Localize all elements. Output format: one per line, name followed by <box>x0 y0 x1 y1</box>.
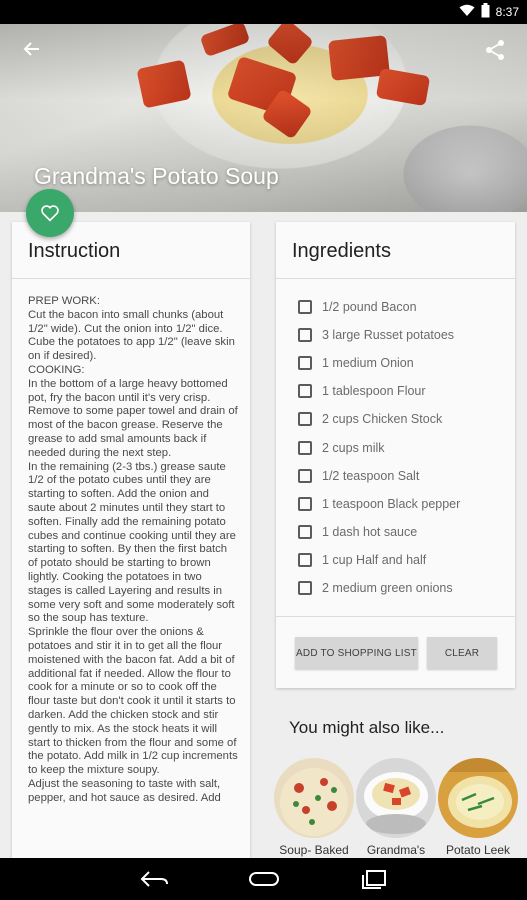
navigation-bar <box>0 858 527 900</box>
suggestions-heading: You might also like... <box>289 718 445 737</box>
ingredient-checkbox[interactable] <box>298 524 312 539</box>
soup-image <box>438 758 518 838</box>
suggestion-thumbnail[interactable] <box>438 758 518 838</box>
ingredient-label: 1 medium Onion <box>322 356 414 371</box>
ingredients-heading: Ingredients <box>292 240 391 262</box>
ingredient-list: 1/2 pound Bacon 3 large Russet potatoes … <box>276 279 515 602</box>
ingredient-item[interactable]: 1 cup Half and half <box>276 546 515 574</box>
ingredient-checkbox[interactable] <box>298 552 312 567</box>
nav-back-icon <box>140 871 168 887</box>
status-bar: 8:37 <box>0 0 527 24</box>
add-to-shopping-list-button[interactable]: ADD TO SHOPPING LIST <box>295 637 418 669</box>
nav-recents-icon <box>361 870 386 889</box>
ingredient-checkbox[interactable] <box>298 356 312 371</box>
recipe-hero-image: Grandma's Potato Soup <box>0 24 527 212</box>
soup-image <box>356 758 436 838</box>
ingredient-checkbox[interactable] <box>298 440 312 455</box>
ingredient-checkbox[interactable] <box>298 468 312 483</box>
ingredient-label: 1 teaspoon Black pepper <box>322 496 461 511</box>
ingredient-label: 2 medium green onions <box>322 580 453 595</box>
suggestion-thumbnail[interactable] <box>356 758 436 838</box>
ingredient-checkbox[interactable] <box>298 496 312 511</box>
ingredient-checkbox[interactable] <box>298 580 312 595</box>
ingredient-item[interactable]: 2 cups milk <box>276 433 515 461</box>
status-time: 8:37 <box>495 5 519 19</box>
ingredient-label: 1 cup Half and half <box>322 552 427 567</box>
ingredient-checkbox[interactable] <box>298 300 312 315</box>
ingredient-item[interactable]: 2 cups Chicken Stock <box>276 405 515 433</box>
nav-back-button[interactable] <box>134 864 174 894</box>
suggestion-thumbnail[interactable] <box>274 758 354 838</box>
instruction-card: Instruction PREP WORK: Cut the bacon int… <box>12 222 250 858</box>
ingredient-item[interactable]: 2 medium green onions <box>276 574 515 602</box>
nav-home-icon <box>248 872 279 886</box>
ingredient-label: 3 large Russet potatoes <box>322 328 455 343</box>
nav-recents-button[interactable] <box>354 864 394 894</box>
ingredient-checkbox[interactable] <box>298 328 312 343</box>
battery-icon <box>481 3 490 21</box>
suggestion-label[interactable]: Soup- Baked <box>269 843 359 857</box>
ingredient-label: 1 dash hot sauce <box>322 524 418 539</box>
share-icon <box>486 40 504 60</box>
suggestion-label[interactable]: Grandma's <box>351 843 441 857</box>
instruction-text: PREP WORK: Cut the bacon into small chun… <box>28 295 238 804</box>
ingredient-label: 1 tablespoon Flour <box>322 384 426 399</box>
ingredient-label: 1/2 pound Bacon <box>322 300 417 315</box>
app-root: 8:37 Grandma's Potato Soup Instruction P… <box>0 0 527 900</box>
ingredient-item[interactable]: 1 medium Onion <box>276 349 515 377</box>
suggestion-label[interactable]: Potato Leek <box>433 843 523 857</box>
nav-home-button[interactable] <box>244 864 284 894</box>
wifi-icon <box>459 4 475 20</box>
ingredient-label: 2 cups milk <box>322 440 385 455</box>
clear-button[interactable]: CLEAR <box>427 637 497 669</box>
ingredient-item[interactable]: 1/2 pound Bacon <box>276 293 515 321</box>
soup-image <box>274 758 354 838</box>
back-button[interactable] <box>18 38 46 66</box>
ingredient-checkbox[interactable] <box>298 384 312 399</box>
heart-icon <box>41 205 59 222</box>
ingredient-item[interactable]: 1 tablespoon Flour <box>276 377 515 405</box>
ingredient-label: 2 cups Chicken Stock <box>322 412 443 427</box>
ingredient-item[interactable]: 3 large Russet potatoes <box>276 321 515 349</box>
ingredient-label: 1/2 teaspoon Salt <box>322 468 420 483</box>
ingredient-item[interactable]: 1 teaspoon Black pepper <box>276 490 515 518</box>
favorite-button[interactable] <box>26 189 74 237</box>
divider <box>276 616 515 617</box>
share-button[interactable] <box>483 38 511 66</box>
arrow-left-icon <box>23 42 39 56</box>
ingredient-item[interactable]: 1/2 teaspoon Salt <box>276 462 515 490</box>
ingredient-checkbox[interactable] <box>298 412 312 427</box>
recipe-title: Grandma's Potato Soup <box>34 163 279 189</box>
ingredient-item[interactable]: 1 dash hot sauce <box>276 518 515 546</box>
ingredients-card: Ingredients 1/2 pound Bacon 3 large Russ… <box>276 222 515 688</box>
